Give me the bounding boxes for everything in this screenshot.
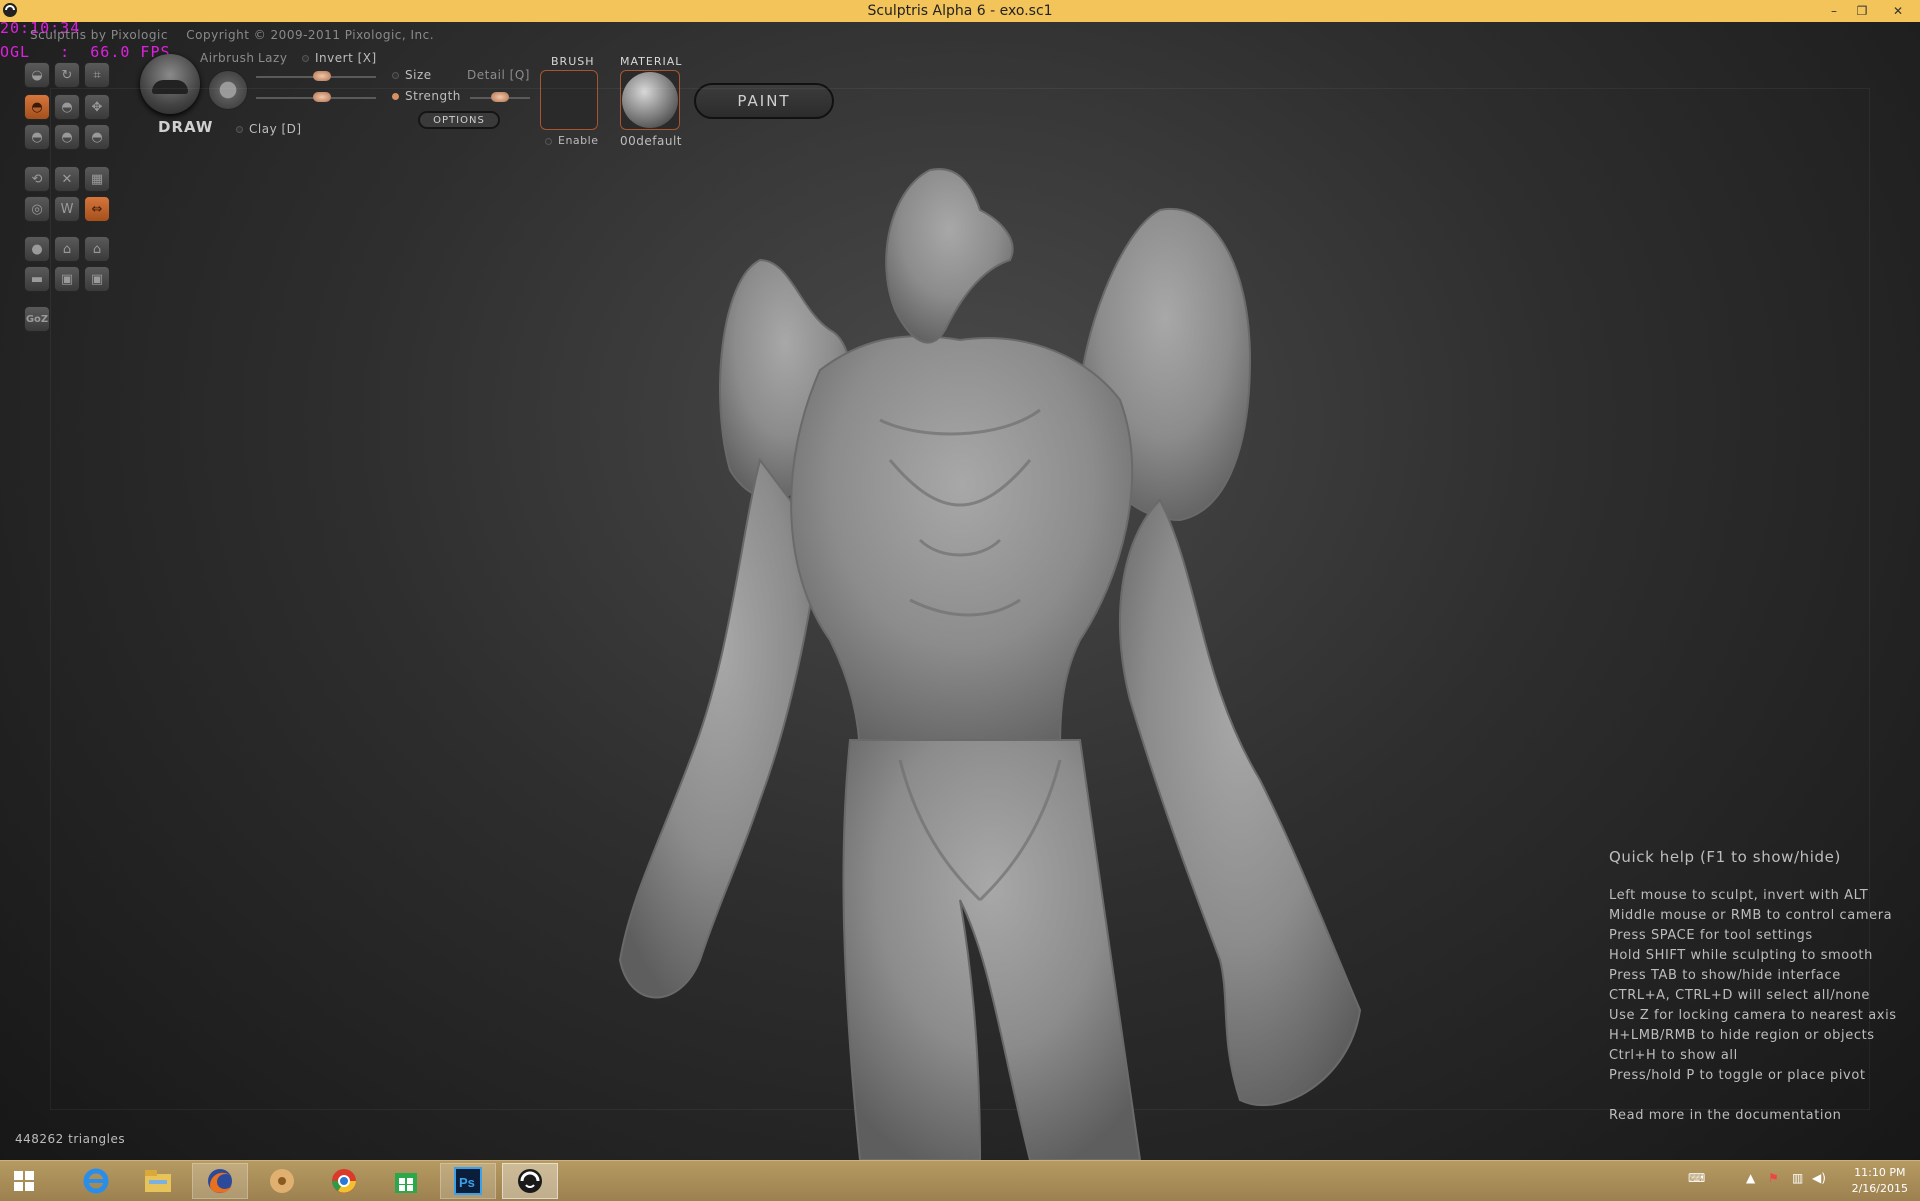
sculptris-app-icon[interactable] <box>2 2 18 18</box>
size-option[interactable]: Size <box>392 68 432 82</box>
documentation-link[interactable]: Read more in the documentation <box>1609 1106 1897 1126</box>
invert-toggle[interactable]: Invert [X] <box>302 51 377 65</box>
clock-time: 11:10 PM <box>1854 1166 1906 1179</box>
header-credits: Sculptris by Pixologic Copyright © 2009-… <box>30 28 448 42</box>
new-sphere-icon[interactable]: ● <box>24 236 50 262</box>
window-titlebar: Sculptris Alpha 6 - exo.sc1 – ❐ ✕ <box>0 0 1920 22</box>
minimize-button[interactable]: – <box>1820 0 1848 22</box>
crop-tool-icon[interactable]: ⌗ <box>84 62 110 88</box>
copyright-text: Copyright © 2009-2011 Pixologic, Inc. <box>186 28 435 42</box>
help-line: Press TAB to show/hide interface <box>1609 968 1841 983</box>
internet-explorer-icon[interactable] <box>68 1163 124 1199</box>
action-center-flag-icon[interactable]: ⚑ <box>1768 1171 1779 1185</box>
help-line: Left mouse to sculpt, invert with ALT <box>1609 888 1869 903</box>
size-radio-icon <box>392 72 399 79</box>
detail-label: Detail [Q] <box>467 68 530 82</box>
clock-date: 2/16/2015 <box>1851 1182 1908 1195</box>
material-section-title: MATERIAL <box>620 55 683 68</box>
firefox-icon[interactable] <box>192 1163 248 1199</box>
window-title: Sculptris Alpha 6 - exo.sc1 <box>867 3 1053 19</box>
debug-fps: OGL : 66.0 FPS <box>0 43 171 61</box>
goz-button[interactable]: GoZ <box>24 306 50 332</box>
network-icon[interactable]: ▥ <box>1792 1171 1803 1185</box>
invert-radio-icon <box>302 55 309 62</box>
pinch-tool-icon[interactable]: ◓ <box>24 124 50 150</box>
taskbar-clock[interactable]: 11:10 PM 2/16/2015 <box>1852 1165 1908 1197</box>
size-slider-knob[interactable] <box>313 71 331 81</box>
rotate-tool-icon[interactable]: ↻ <box>54 62 80 88</box>
help-line: H+LMB/RMB to hide region or objects <box>1609 1028 1875 1043</box>
draw-tool-icon[interactable]: ◒ <box>24 62 50 88</box>
brush-section-title: BRUSH <box>551 55 595 68</box>
sculptris-icon[interactable] <box>502 1163 558 1199</box>
airbrush-toggle[interactable]: Airbrush <box>200 51 255 65</box>
help-line: Use Z for locking camera to nearest axis <box>1609 1008 1897 1023</box>
volume-icon[interactable]: ◀) <box>1812 1171 1826 1185</box>
taskbar: Ps ⌨ ▲ ⚑ ▥ ◀) 11:10 PM 2/16/2015 <box>0 1160 1920 1201</box>
help-line: Press SPACE for tool settings <box>1609 928 1813 943</box>
size-label: Size <box>405 68 432 82</box>
draw-brush-icon[interactable]: ◓ <box>24 94 50 120</box>
triangle-count: 448262 triangles <box>15 1132 126 1146</box>
wireframe-icon[interactable]: ◎ <box>24 196 50 222</box>
close-button[interactable]: ✕ <box>1876 0 1920 22</box>
chrome-icon[interactable] <box>316 1163 372 1199</box>
store-icon[interactable] <box>378 1163 434 1199</box>
help-line: Middle mouse or RMB to control camera <box>1609 908 1893 923</box>
help-line: Press/hold P to toggle or place pivot <box>1609 1068 1866 1083</box>
help-line: CTRL+A, CTRL+D will select all/none <box>1609 988 1871 1003</box>
start-icon[interactable] <box>0 1163 48 1199</box>
help-line: Hold SHIFT while sculpting to smooth <box>1609 948 1873 963</box>
sculpted-model[interactable] <box>560 140 1400 1160</box>
photoshop-icon[interactable]: Ps <box>440 1163 496 1199</box>
keyboard-icon[interactable]: ⌨ <box>1688 1171 1705 1185</box>
invert-label: Invert [X] <box>315 51 377 65</box>
file-explorer-icon[interactable] <box>130 1163 186 1199</box>
app-disc-icon[interactable] <box>254 1163 310 1199</box>
new-plane-icon[interactable]: ▬ <box>24 266 50 292</box>
show-hidden-icons-icon[interactable]: ▲ <box>1746 1171 1755 1185</box>
product-name: Sculptris by Pixologic <box>30 28 168 42</box>
help-line: Ctrl+H to show all <box>1609 1048 1738 1063</box>
restore-button[interactable]: ❐ <box>1848 0 1876 22</box>
quick-help-title: Quick help (F1 to show/hide) <box>1609 848 1841 866</box>
quick-help-panel: Quick help (F1 to show/hide) Left mouse … <box>1609 848 1897 1126</box>
reduce-brush-icon[interactable]: ⟲ <box>24 166 50 192</box>
lazy-toggle[interactable]: Lazy <box>258 51 287 65</box>
photoshop-label: Ps <box>459 1175 475 1190</box>
